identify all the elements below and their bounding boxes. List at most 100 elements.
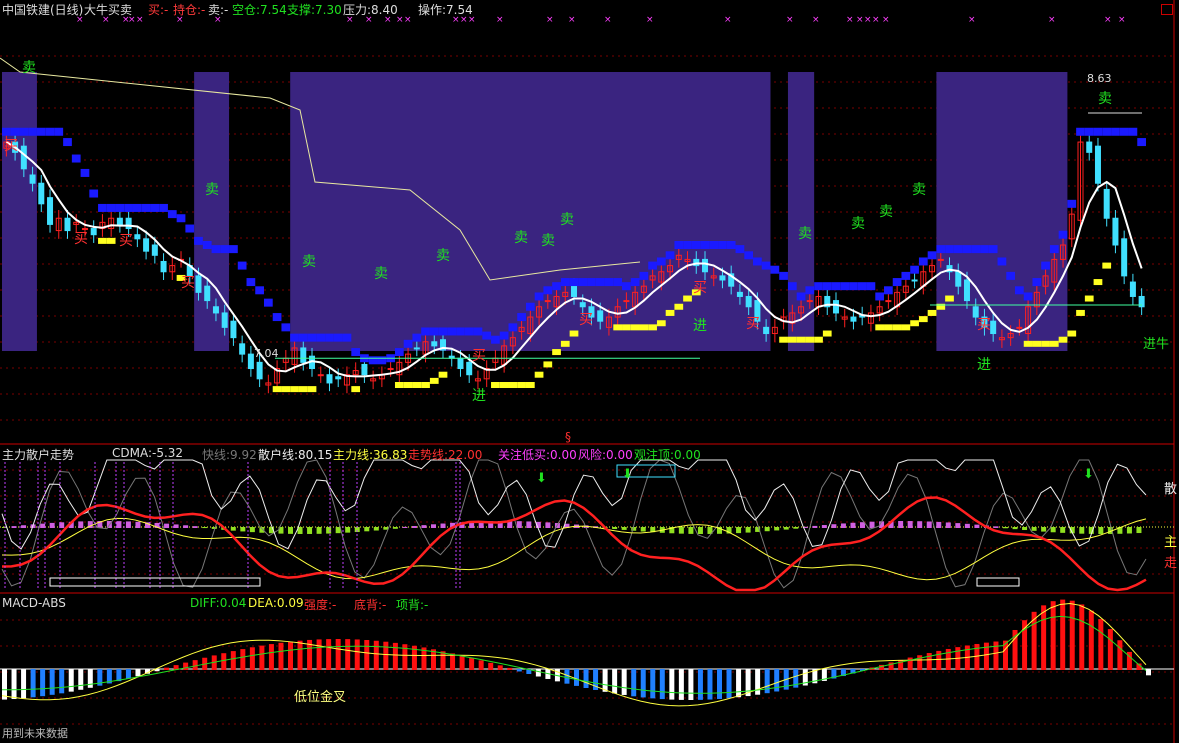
indicator1-bar <box>612 527 618 530</box>
resistance-step <box>394 348 404 357</box>
resistance-step <box>2 127 11 136</box>
resistance-step <box>211 245 221 254</box>
macd-bar <box>707 669 713 700</box>
resistance-step <box>962 245 972 254</box>
support-step <box>290 386 299 393</box>
candle-body <box>466 361 473 376</box>
candle-body <box>1121 238 1128 277</box>
resistance-step <box>298 333 308 342</box>
candle-body <box>937 258 944 261</box>
indicator1-bar <box>49 522 55 528</box>
resistance-step <box>753 257 762 266</box>
resistance-step <box>185 224 195 233</box>
resistance-step <box>464 327 474 336</box>
macd-bar <box>259 645 265 670</box>
window-control-icon[interactable] <box>1161 4 1173 15</box>
indicator1-bar <box>1060 527 1066 533</box>
future-data-hint: 用到未来数据 <box>2 727 68 740</box>
candle-body <box>212 306 219 314</box>
resistance-step <box>910 265 919 274</box>
sell-signal: 卖 <box>541 233 555 249</box>
sell-signal: 卖 <box>851 216 865 232</box>
macd-bar <box>1069 600 1075 670</box>
indicator1-bar <box>345 527 351 533</box>
resistance-step <box>901 271 911 280</box>
resistance-step <box>1006 271 1016 280</box>
fast-line <box>1 459 1147 589</box>
resistance-step <box>656 257 666 266</box>
candle-body <box>300 347 307 363</box>
resistance-step <box>447 327 457 336</box>
top-marker: × <box>128 15 136 25</box>
resistance-step <box>124 203 133 212</box>
macd-bar <box>469 657 475 670</box>
macd-bar <box>736 669 742 698</box>
indicator1-bar <box>373 527 379 531</box>
resistance-step <box>988 245 998 254</box>
macd-bar <box>717 669 722 699</box>
macd-bar <box>574 669 579 686</box>
candle-body <box>239 343 246 355</box>
macd-bar <box>278 642 284 670</box>
indicator1-bar <box>288 527 293 534</box>
macd-bar <box>507 667 513 670</box>
candle-body <box>763 326 770 335</box>
low-price-label: 7.04 <box>254 347 279 360</box>
indicator1-bar <box>411 526 417 528</box>
macd-bar <box>1117 640 1123 670</box>
indicator1-bar <box>688 527 694 534</box>
top-divergence-value: 项背:- <box>396 598 429 612</box>
resistance-step <box>167 210 177 219</box>
candle-body <box>116 217 123 225</box>
indicator1-bar <box>78 521 84 528</box>
macd-bar <box>659 669 665 700</box>
macd-bar <box>249 647 255 670</box>
candle-body <box>247 353 254 370</box>
resistance-step <box>333 333 343 342</box>
indicator1-bar <box>917 521 923 528</box>
candle-body <box>806 300 813 303</box>
bottom-divergence-value: 底背:- <box>354 598 387 612</box>
support-step <box>674 303 684 310</box>
top-marker: × <box>724 15 732 25</box>
indicator1-bar <box>783 527 789 530</box>
indicator1-bar <box>545 522 551 528</box>
support-step <box>683 295 692 302</box>
high-price-label: 8.63 <box>1087 72 1112 85</box>
support-step <box>892 324 902 331</box>
candle-body <box>38 182 45 205</box>
support-step <box>1023 340 1033 347</box>
down-arrow-icon: ⬇ <box>536 471 547 486</box>
resistance-step <box>787 282 797 291</box>
resistance-step <box>779 271 788 280</box>
indicator2-name[interactable]: MACD-ABS <box>2 596 66 610</box>
indicator1-bar <box>1050 527 1056 533</box>
macd-bar <box>11 669 17 700</box>
support-step <box>910 320 919 327</box>
resistance-step <box>517 313 526 322</box>
resistance-step <box>534 292 544 301</box>
top-marker: × <box>1118 15 1126 25</box>
indicator1-bar <box>40 523 46 528</box>
support-step <box>787 336 797 343</box>
buy-signal: 买 <box>472 348 486 364</box>
top-marker: × <box>1048 15 1056 25</box>
main-line-value: 主力线:36.83 <box>333 448 408 462</box>
resistance-step <box>622 282 631 291</box>
candle-body <box>29 174 36 184</box>
resistance-step <box>604 278 614 287</box>
resistance-step <box>630 278 640 287</box>
top-marker: × <box>365 15 373 25</box>
chart-canvas[interactable]: 卖卖卖卖卖卖 卖卖卖卖卖卖卖买买 买买买买买买 买进进进× × ×× × × × × × × × × × × ×… <box>0 0 1179 743</box>
macd-bar <box>30 669 36 698</box>
support-step <box>1076 309 1085 316</box>
support-step <box>630 324 640 331</box>
indicator1-name[interactable]: 主力散户走势 <box>2 448 74 462</box>
indicator1-bar <box>831 524 837 528</box>
resistance-step <box>831 282 841 291</box>
top-marker: × <box>496 15 504 25</box>
strength-value: 强度:- <box>304 598 337 612</box>
support-step <box>552 349 561 356</box>
macd-bar <box>125 669 131 679</box>
support-step <box>307 386 317 393</box>
